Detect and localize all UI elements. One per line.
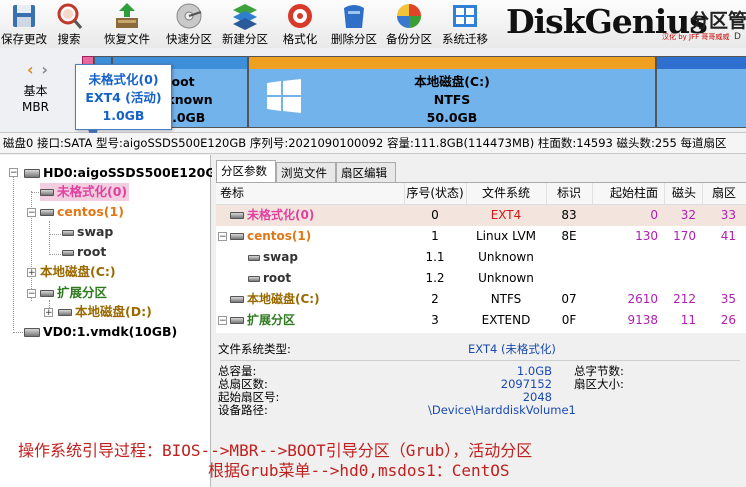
- table-row[interactable]: − 扩展分区 3 EXTEND 0F 9138 11 26: [216, 310, 746, 331]
- tree-node-c-drive[interactable]: 本地磁盘(C:): [40, 263, 116, 281]
- save-button[interactable]: 保存更改: [0, 0, 48, 48]
- device-path-value: \Device\HarddiskVolume1: [428, 403, 576, 417]
- volume-icon: [62, 229, 74, 236]
- tab-partition-params[interactable]: 分区参数: [216, 160, 276, 183]
- search-partition-icon: [57, 3, 83, 29]
- new-partition-icon: [233, 4, 257, 30]
- start-sector-value: 2048: [522, 390, 552, 404]
- format-icon: [288, 4, 312, 28]
- virtual-disk-icon: [24, 328, 40, 337]
- tab-browse-files[interactable]: 浏览文件: [276, 162, 336, 182]
- hard-disk-icon: [24, 169, 40, 178]
- partition-table: 卷标 序号(状态) 文件系统 标识 起始柱面 磁头 扇区 未格式化(0) 0 E…: [216, 182, 746, 333]
- partition-icon: [230, 233, 244, 240]
- new-partition-button[interactable]: 新建分区: [218, 0, 272, 48]
- tab-sector-edit[interactable]: 扇区编辑: [336, 162, 396, 182]
- partition-tooltip: 未格式化(0) EXT4 (活动) 1.0GB: [75, 64, 172, 130]
- annotation-line-1: 操作系统引导过程：BIOS-->MBR-->BOOT引导分区（Grub），活动分…: [18, 441, 533, 460]
- tree-node-centos[interactable]: centos(1): [40, 203, 124, 221]
- backup-partition-button[interactable]: 备份分区: [382, 0, 436, 48]
- partition-icon: [58, 309, 72, 316]
- system-migration-button[interactable]: 系统迁移: [438, 0, 492, 48]
- disk-tree: − HD0:aigoSSDS500E120G 未格式化(0) − centos(…: [0, 155, 216, 487]
- windows-logo-icon: [267, 79, 301, 113]
- tree-node-vd0[interactable]: VD0:1.vmdk(10GB): [24, 323, 177, 341]
- partition-block-extended[interactable]: [656, 56, 746, 128]
- search-partition-button[interactable]: 搜索: [48, 0, 90, 48]
- table-row[interactable]: 未格式化(0) 0 EXT4 83 0 32 33: [216, 205, 746, 226]
- collapse-icon[interactable]: −: [27, 289, 36, 299]
- disk-nav-arrows[interactable]: ‹ ›: [27, 60, 48, 79]
- logo-credit: 汉化 by JFF 哥哥威威: [662, 33, 730, 41]
- chevron-left-icon[interactable]: ‹: [27, 60, 34, 79]
- volume-icon: [248, 254, 260, 261]
- partition-icon: [40, 189, 54, 196]
- table-row[interactable]: root 1.2 Unknown: [216, 268, 746, 289]
- partition-panel: 分区参数 浏览文件 扇区编辑 卷标 序号(状态) 文件系统 标识 起始柱面 磁头…: [212, 155, 746, 487]
- fs-type-value: EXT4 (未格式化): [468, 342, 556, 356]
- table-row[interactable]: − centos(1) 1 Linux LVM 8E 130 170 41: [216, 226, 746, 247]
- collapse-icon[interactable]: −: [27, 208, 36, 218]
- table-row[interactable]: swap 1.1 Unknown: [216, 247, 746, 268]
- save-icon: [13, 5, 35, 27]
- partition-icon: [40, 290, 54, 297]
- collapse-icon[interactable]: −: [218, 316, 227, 326]
- logo-cn-title: 分区管: [690, 10, 746, 32]
- system-migration-icon: [453, 5, 477, 27]
- disk-type-label: 基本 MBR: [22, 84, 49, 114]
- table-row[interactable]: 本地磁盘(C:) 2 NTFS 07 2610 212 35: [216, 289, 746, 310]
- tree-node-root[interactable]: root: [62, 243, 106, 261]
- tree-node-swap[interactable]: swap: [62, 223, 113, 241]
- partition-icon: [230, 296, 244, 303]
- toolbar: 保存更改 搜索 恢复文件 快速分区 新建分区 格式化 删除分区 备份分区 系统迁…: [0, 0, 746, 49]
- tree-node-unformatted[interactable]: 未格式化(0): [40, 183, 130, 201]
- tree-node-extended[interactable]: 扩展分区: [40, 284, 107, 302]
- recover-files-button[interactable]: 恢复文件: [102, 0, 152, 48]
- volume-icon: [62, 249, 74, 256]
- table-header: 卷标 序号(状态) 文件系统 标识 起始柱面 磁头 扇区: [216, 183, 746, 205]
- tree-node-d-drive[interactable]: 本地磁盘(D:): [58, 303, 152, 321]
- disk-map: ‹ › 基本 MBR cno root Unknown 17.0GB 本地磁盘(…: [0, 48, 746, 145]
- partition-icon: [40, 209, 54, 216]
- delete-partition-icon: [344, 5, 364, 28]
- chevron-right-icon[interactable]: ›: [41, 60, 48, 79]
- quick-partition-button[interactable]: 快速分区: [164, 0, 214, 48]
- expand-icon[interactable]: +: [27, 268, 36, 278]
- partition-icon: [230, 212, 244, 219]
- quick-partition-icon: [176, 3, 202, 29]
- fs-type-label: 文件系统类型:: [218, 342, 291, 356]
- capacity-value: 1.0GB: [516, 364, 552, 378]
- backup-partition-icon: [397, 4, 421, 28]
- disk-info-bar: 磁盘0 接口:SATA 型号:aigoSSDS500E120GB 序列号:202…: [0, 133, 746, 154]
- collapse-icon[interactable]: −: [218, 232, 227, 242]
- logo-credit-suffix: D: [734, 32, 741, 42]
- sectors-value: 2097152: [500, 377, 552, 391]
- volume-icon: [248, 275, 260, 282]
- collapse-icon[interactable]: −: [9, 168, 18, 178]
- format-button[interactable]: 格式化: [276, 0, 324, 48]
- partition-block-c-drive[interactable]: 本地磁盘(C:) NTFS 50.0GB: [248, 56, 656, 128]
- tree-node-hd0[interactable]: HD0:aigoSSDS500E120G: [24, 164, 216, 182]
- expand-icon[interactable]: +: [44, 308, 53, 318]
- recover-files-icon: [116, 3, 138, 28]
- partition-icon: [230, 317, 244, 324]
- diskgenius-logo: DiskGenius 分区管 汉化 by JFF 哥哥威威 D: [504, 2, 746, 46]
- annotation-line-2: 根据Grub菜单-->hd0,msdos1：CentOS: [208, 461, 510, 480]
- delete-partition-button[interactable]: 删除分区: [328, 0, 380, 48]
